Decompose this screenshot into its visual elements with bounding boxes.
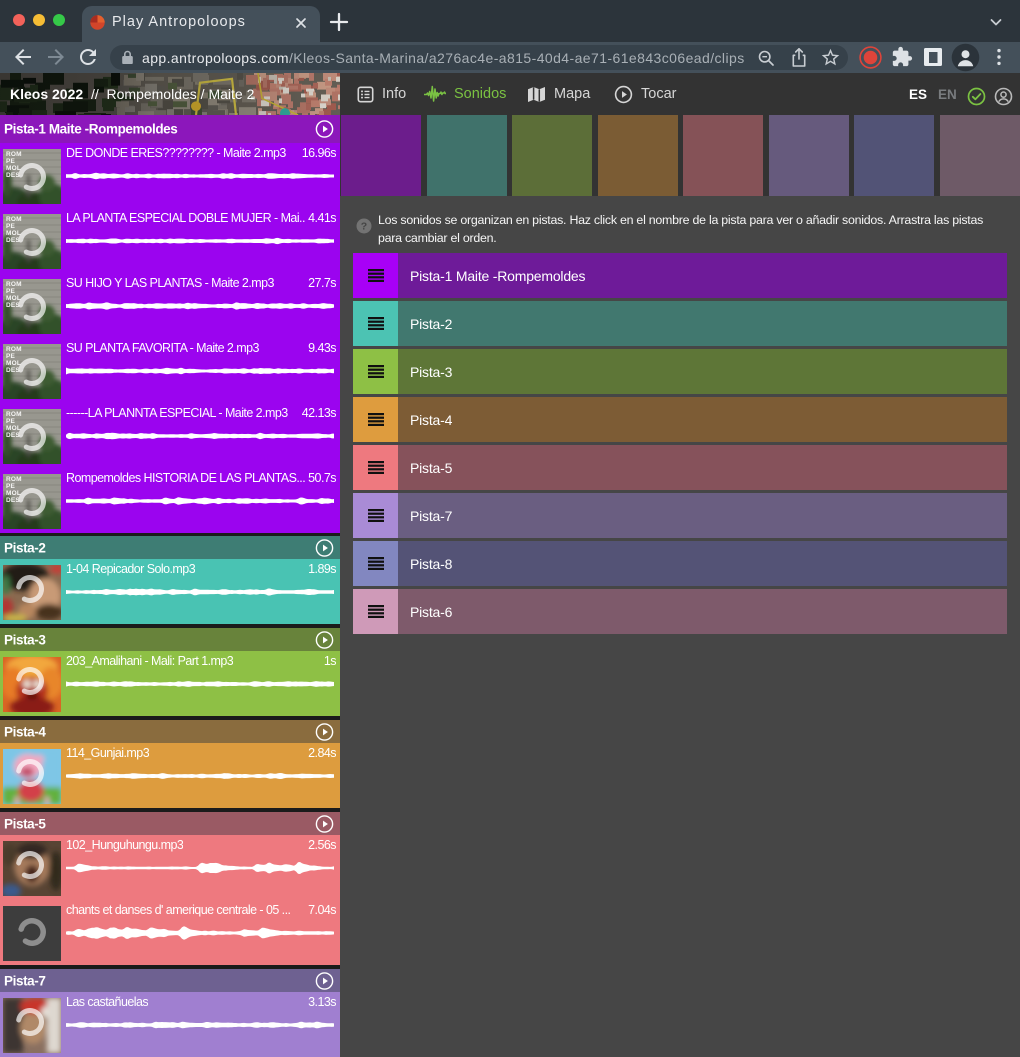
svg-text:?: ?: [361, 221, 367, 233]
